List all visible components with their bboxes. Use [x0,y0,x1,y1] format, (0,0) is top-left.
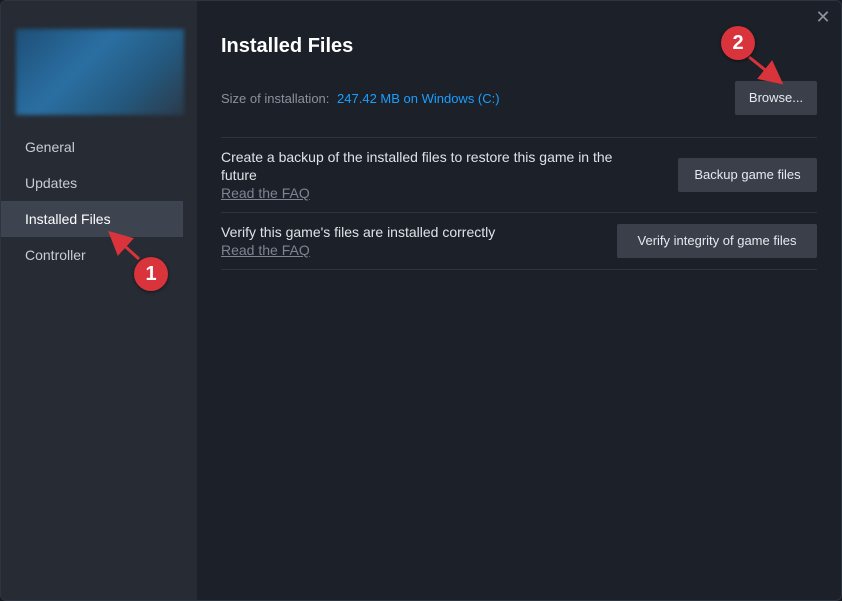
annotation-arrows [108,55,784,261]
annotation-marker-1: 1 [134,257,168,291]
arrow-to-installed-files [108,230,141,261]
arrow-to-browse [748,55,784,85]
annotation-marker-2: 2 [721,26,755,60]
properties-window: General Updates Installed Files Controll… [0,0,842,601]
